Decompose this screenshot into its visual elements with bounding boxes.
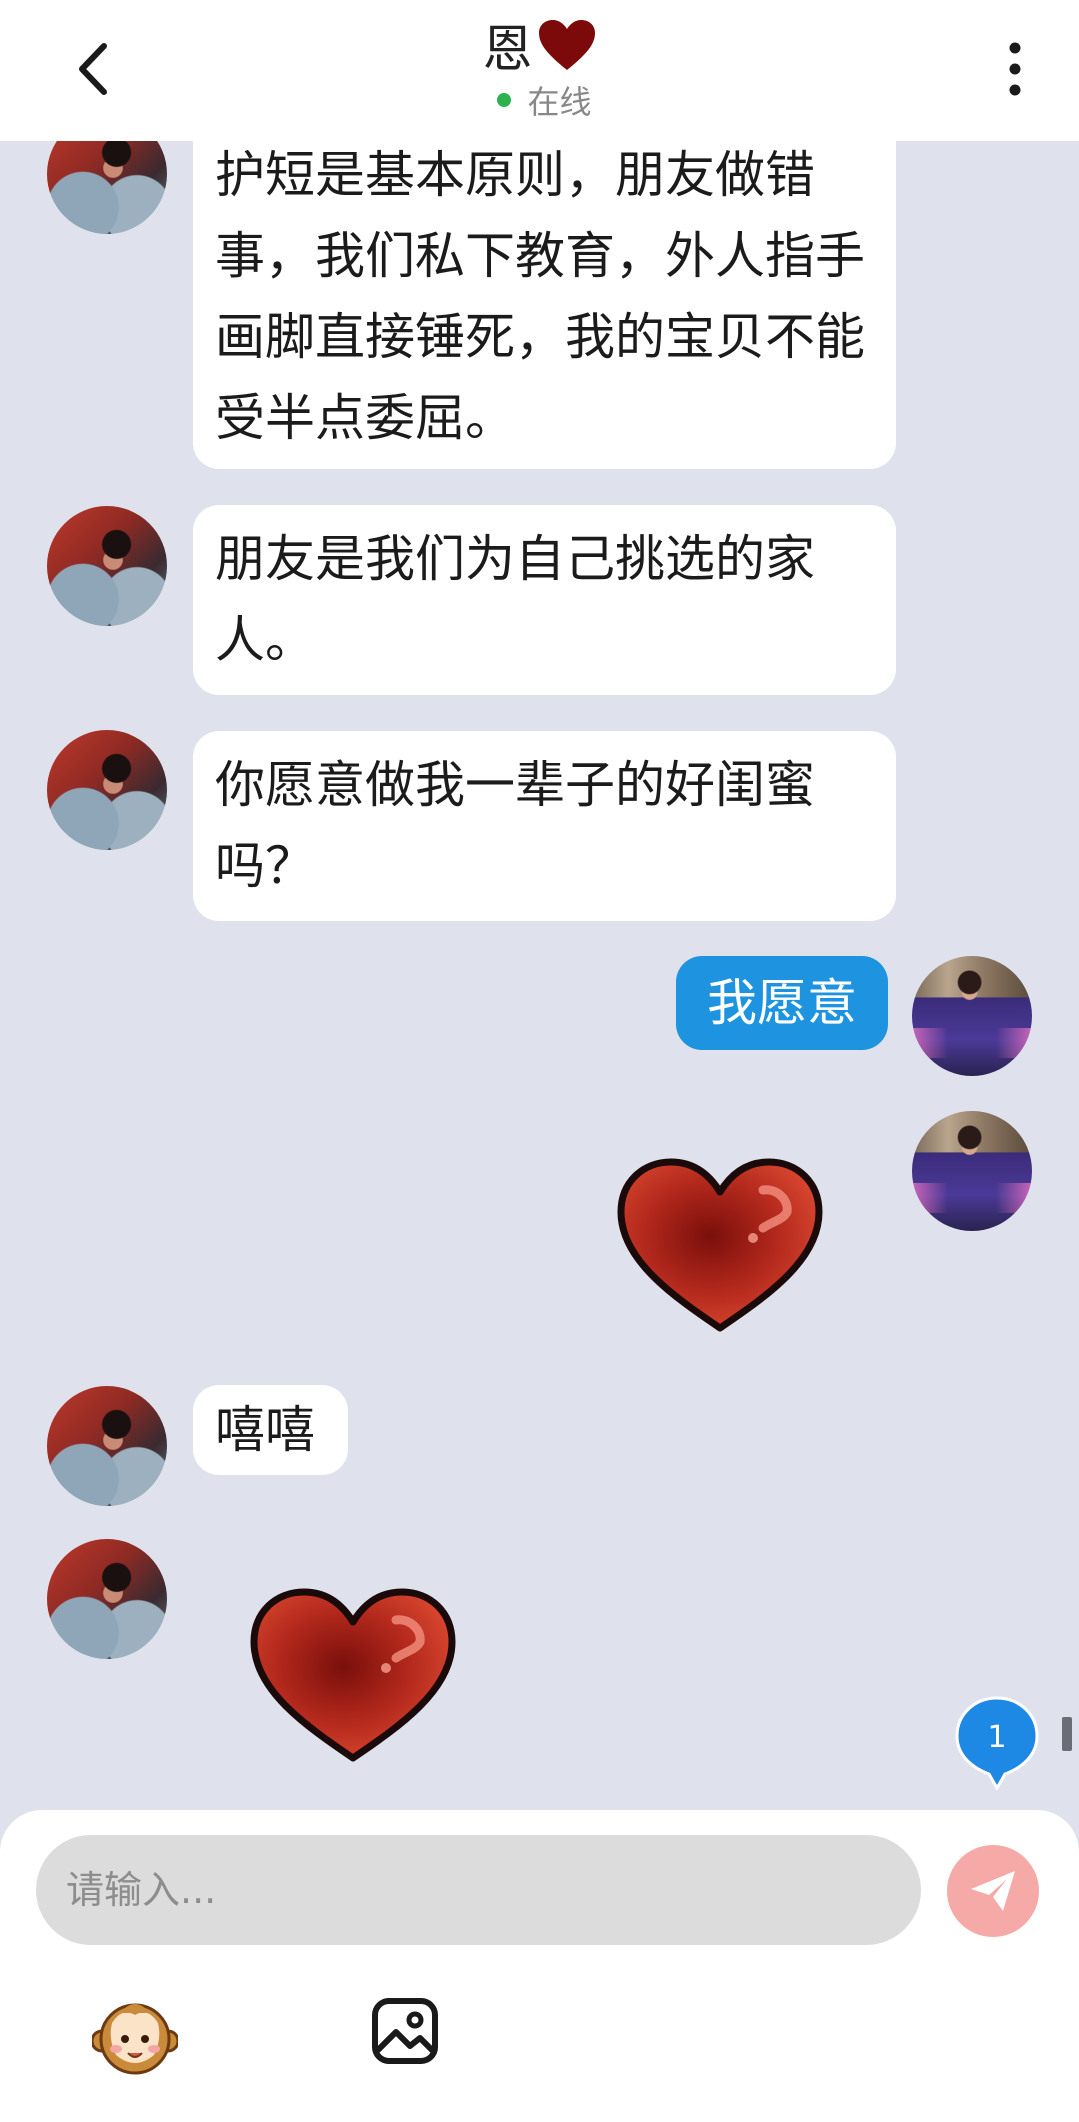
message-list[interactable]: 护短是基本原则，朋友做错事，我们私下教育，外人指手画脚直接锤死，我的宝贝不能受半… — [0, 141, 1079, 1810]
online-dot-icon — [497, 93, 512, 107]
contact-avatar[interactable] — [47, 730, 167, 850]
message-input[interactable] — [36, 1835, 921, 1945]
contact-avatar[interactable] — [47, 506, 167, 626]
contact-avatar[interactable] — [47, 1386, 167, 1506]
contact-avatar[interactable] — [47, 141, 167, 234]
chat-title-area: 恩 在线 — [0, 10, 1079, 121]
unread-count-badge[interactable]: 1 — [955, 1694, 1039, 1790]
message-bubble-received[interactable]: 朋友是我们为自己挑选的家人。 — [193, 505, 896, 695]
my-avatar[interactable] — [912, 1111, 1032, 1231]
scrollbar-thumb[interactable] — [1062, 1717, 1072, 1751]
send-button[interactable] — [947, 1845, 1039, 1937]
my-avatar[interactable] — [912, 956, 1032, 1076]
message-bubble-received[interactable]: 护短是基本原则，朋友做错事，我们私下教育，外人指手画脚直接锤死，我的宝贝不能受半… — [193, 141, 896, 469]
contact-avatar[interactable] — [47, 1539, 167, 1659]
chat-header: 恩 在线 — [0, 0, 1079, 141]
status-text: 在线 — [527, 83, 592, 121]
image-icon[interactable] — [370, 1996, 440, 2066]
monkey-emoji-icon[interactable] — [92, 1993, 178, 2079]
heart-sticker[interactable] — [246, 1586, 460, 1764]
online-status: 在线 — [10, 80, 1079, 121]
message-bubble-received[interactable]: 你愿意做我一辈子的好闺蜜吗？ — [193, 731, 896, 921]
composer-panel — [0, 1810, 1079, 2122]
heart-icon — [538, 20, 595, 70]
paper-plane-icon — [971, 1871, 1015, 1911]
contact-name: 恩 — [482, 20, 533, 78]
message-bubble-received[interactable]: 嘻嘻 — [193, 1385, 348, 1475]
unread-count: 1 — [987, 1720, 1006, 1755]
heart-sticker[interactable] — [613, 1156, 827, 1334]
more-options-icon[interactable] — [1000, 38, 1030, 100]
message-bubble-sent[interactable]: 我愿意 — [676, 956, 888, 1050]
